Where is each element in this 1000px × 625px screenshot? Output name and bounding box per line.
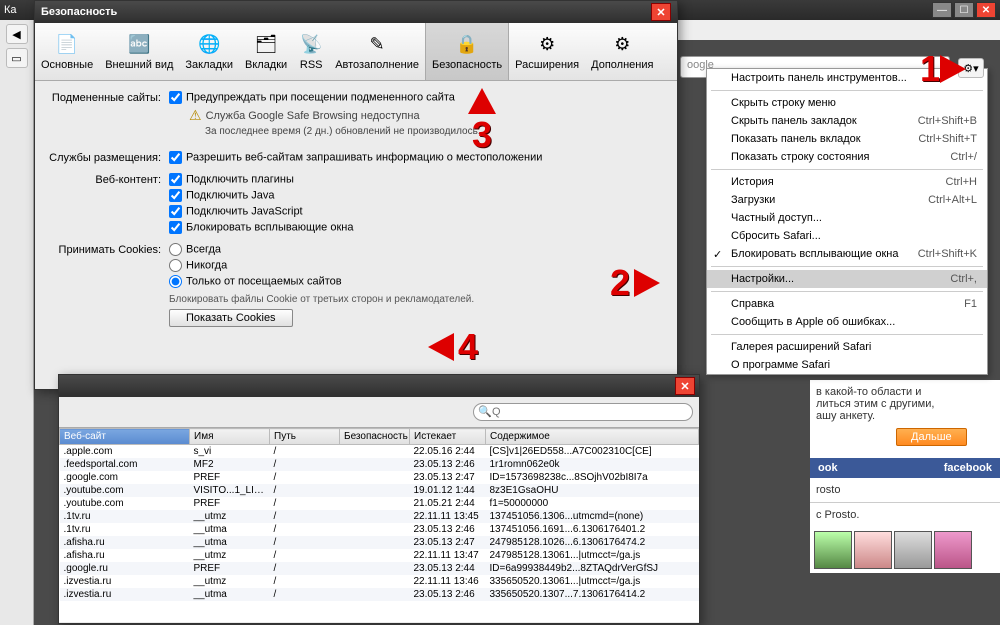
tab-icon: 🗂 bbox=[254, 33, 278, 57]
prefs-tab-безопасность[interactable]: 🔒Безопасность bbox=[425, 23, 509, 80]
avatar[interactable] bbox=[854, 531, 892, 569]
cookies-titlebar: ✕ bbox=[59, 375, 699, 397]
menu-item[interactable]: Настроить панель инструментов... bbox=[707, 69, 987, 87]
prefs-tab-основные[interactable]: 📄Основные bbox=[35, 23, 99, 80]
column-header[interactable]: Истекает bbox=[410, 429, 486, 445]
column-header[interactable]: Содержимое bbox=[486, 429, 699, 445]
menu-item[interactable]: Показать строку состоянияCtrl+/ bbox=[707, 148, 987, 166]
table-row[interactable]: .1tv.ru__utmz/22.11.11 13:45137451056.13… bbox=[60, 510, 699, 523]
show-cookies-button[interactable]: Показать Cookies bbox=[169, 309, 293, 327]
tab-icon: 🌐 bbox=[197, 33, 221, 57]
cookies-always-radio[interactable]: Всегда bbox=[169, 243, 663, 256]
prefs-tab-rss[interactable]: 📡RSS bbox=[293, 23, 329, 80]
settings-menu: Настроить панель инструментов... Скрыть с… bbox=[706, 68, 988, 375]
bg-text: в какой-то области и литься этим с други… bbox=[810, 380, 1000, 458]
tab-icon: 📄 bbox=[55, 33, 79, 57]
plugins-checkbox[interactable]: Подключить плагины bbox=[169, 173, 663, 186]
table-row[interactable]: .feedsportal.comMF2/23.05.13 2:461r1romn… bbox=[60, 458, 699, 471]
back-button[interactable]: ◀ bbox=[6, 24, 28, 44]
preferences-toolbar: 📄Основные🔤Внешний вид🌐Закладки🗂Вкладки📡R… bbox=[35, 23, 677, 81]
cookies-label: Принимать Cookies: bbox=[49, 243, 169, 327]
column-header[interactable]: Веб-сайт bbox=[60, 429, 190, 445]
table-row[interactable]: .google.comPREF/23.05.13 2:47ID=15736982… bbox=[60, 471, 699, 484]
preferences-dialog: Безопасность ✕ 📄Основные🔤Внешний вид🌐Зак… bbox=[34, 0, 678, 390]
cookies-visited-radio[interactable]: Только от посещаемых сайтов bbox=[169, 275, 663, 288]
prefs-tab-расширения[interactable]: ⚙Расширения bbox=[509, 23, 585, 80]
fraud-label: Подмененные сайты: bbox=[49, 91, 169, 145]
table-row[interactable]: .google.ruPREF/23.05.13 2:44ID=6a9993844… bbox=[60, 562, 699, 575]
avatar-strip bbox=[810, 527, 1000, 573]
preferences-title: Безопасность bbox=[41, 6, 117, 18]
tab-icon: 🔤 bbox=[127, 33, 151, 57]
page-icon[interactable]: ▭ bbox=[6, 48, 28, 68]
table-row[interactable]: .izvestia.ru__utmz/22.11.11 13:463356505… bbox=[60, 575, 699, 588]
menu-item[interactable]: Настройки...Ctrl+, bbox=[707, 270, 987, 288]
column-header[interactable]: Имя bbox=[190, 429, 270, 445]
cookies-search-input[interactable] bbox=[473, 403, 693, 421]
prefs-tab-дополнения[interactable]: ⚙Дополнения bbox=[585, 23, 659, 80]
fraud-checkbox[interactable]: Предупреждать при посещении подмененного… bbox=[169, 91, 663, 104]
prefs-tab-закладки[interactable]: 🌐Закладки bbox=[179, 23, 239, 80]
preferences-body: Подмененные сайты: Предупреждать при пос… bbox=[35, 81, 677, 343]
location-checkbox[interactable]: Разрешить веб-сайтам запрашивать информа… bbox=[169, 151, 663, 164]
close-icon[interactable]: ✕ bbox=[675, 377, 695, 395]
menu-item[interactable]: Сообщить в Apple об ошибках... bbox=[707, 313, 987, 331]
table-row[interactable]: .youtube.comVISITO...1_LIVE/19.01.12 1:4… bbox=[60, 484, 699, 497]
webcontent-label: Веб-контент: bbox=[49, 173, 169, 237]
table-row[interactable]: .youtube.comPREF/21.05.21 2:44f1=5000000… bbox=[60, 497, 699, 510]
menu-item[interactable]: Блокировать всплывающие окнаCtrl+Shift+K bbox=[707, 245, 987, 263]
column-header[interactable]: Путь bbox=[270, 429, 340, 445]
maximize-button[interactable]: ☐ bbox=[954, 2, 974, 18]
gear-icon: ⚙▾ bbox=[963, 62, 978, 75]
table-row[interactable]: .1tv.ru__utma/23.05.13 2:46137451056.169… bbox=[60, 523, 699, 536]
menu-item[interactable]: ЗагрузкиCtrl+Alt+L bbox=[707, 191, 987, 209]
prefs-tab-вкладки[interactable]: 🗂Вкладки bbox=[239, 23, 293, 80]
avatar[interactable] bbox=[894, 531, 932, 569]
menu-item[interactable]: СправкаF1 bbox=[707, 295, 987, 313]
close-icon[interactable]: ✕ bbox=[651, 3, 671, 21]
menu-item[interactable]: Сбросить Safari... bbox=[707, 227, 987, 245]
location-label: Службы размещения: bbox=[49, 151, 169, 167]
menu-item[interactable]: ИсторияCtrl+H bbox=[707, 173, 987, 191]
column-header[interactable]: Безопасность bbox=[340, 429, 410, 445]
tab-icon: 📡 bbox=[299, 33, 323, 57]
preferences-titlebar: Безопасность ✕ bbox=[35, 1, 677, 23]
popup-checkbox[interactable]: Блокировать всплывающие окна bbox=[169, 221, 663, 234]
tab-icon: 🔒 bbox=[455, 33, 479, 57]
tab-icon: ⚙ bbox=[535, 33, 559, 57]
menu-item[interactable]: О программе Safari bbox=[707, 356, 987, 374]
tab-icon: ⚙ bbox=[610, 33, 634, 57]
menu-item[interactable]: Скрыть строку меню bbox=[707, 94, 987, 112]
table-row[interactable]: .afisha.ru__utma/23.05.13 2:47247985128.… bbox=[60, 536, 699, 549]
menu-item[interactable]: Частный доступ... bbox=[707, 209, 987, 227]
minimize-button[interactable]: — bbox=[932, 2, 952, 18]
gear-button[interactable]: ⚙▾ bbox=[958, 58, 984, 78]
java-checkbox[interactable]: Подключить Java bbox=[169, 189, 663, 202]
menu-item[interactable]: Скрыть панель закладокCtrl+Shift+B bbox=[707, 112, 987, 130]
background-panel: в какой-то области и литься этим с други… bbox=[810, 380, 1000, 573]
javascript-checkbox[interactable]: Подключить JavaScript bbox=[169, 205, 663, 218]
menu-item[interactable]: Показать панель вкладокCtrl+Shift+T bbox=[707, 130, 987, 148]
table-row[interactable]: .izvestia.ru__utma/23.05.13 2:4633565052… bbox=[60, 588, 699, 601]
side-toolbar: ◀ ▭ bbox=[0, 20, 34, 625]
table-row[interactable]: .apple.coms_vi/22.05.16 2:44[CS]v1|26ED5… bbox=[60, 445, 699, 459]
prefs-tab-автозаполнение[interactable]: ✎Автозаполнение bbox=[329, 23, 425, 80]
menu-item[interactable]: Галерея расширений Safari bbox=[707, 338, 987, 356]
avatar[interactable] bbox=[934, 531, 972, 569]
facebook-bar: ook facebook bbox=[810, 458, 1000, 478]
warning-icon: ⚠ bbox=[189, 107, 202, 124]
close-button[interactable]: ✕ bbox=[976, 2, 996, 18]
cookies-never-radio[interactable]: Никогда bbox=[169, 259, 663, 272]
cookies-table: Веб-сайтИмяПутьБезопасностьИстекаетСодер… bbox=[59, 428, 699, 601]
tab-icon: ✎ bbox=[365, 33, 389, 57]
avatar[interactable] bbox=[814, 531, 852, 569]
prefs-tab-внешний вид[interactable]: 🔤Внешний вид bbox=[99, 23, 179, 80]
search-icon: 🔍 bbox=[478, 405, 492, 418]
table-row[interactable]: .afisha.ru__utmz/22.11.11 13:47247985128… bbox=[60, 549, 699, 562]
next-button[interactable]: Дальше bbox=[896, 428, 967, 446]
cookies-dialog: ✕ 🔍 Веб-сайтИмяПутьБезопасностьИстекаетС… bbox=[58, 374, 700, 624]
